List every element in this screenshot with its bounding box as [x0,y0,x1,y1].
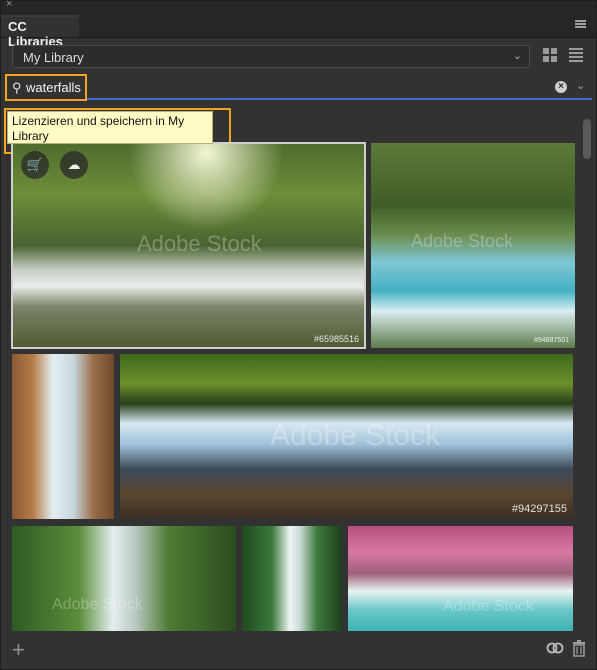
search-box: ⚲ [5,74,87,101]
cloud-upload-icon[interactable]: ☁ [60,151,88,179]
panel-tab-row: CC Libraries [1,11,596,49]
search-input[interactable] [26,79,84,96]
stock-thumbnail[interactable] [242,526,342,631]
stock-thumbnail[interactable] [12,354,114,519]
trash-icon[interactable] [572,640,586,657]
chevron-down-icon: ⌄ [512,50,522,62]
panel-footer: + [1,635,596,669]
grid-view-icon[interactable] [543,48,557,62]
watermark: Adobe Stock [411,231,514,251]
creative-cloud-icon[interactable] [546,641,564,655]
stock-thumbnail[interactable]: Adobe Stock #94297155 [120,354,573,519]
panel-topbar: × [1,0,596,11]
cc-libraries-panel: × CC Libraries My Library ⌄ ⚲ × ⌄ Lizenz… [0,0,597,670]
stock-id: #65985516 [313,334,359,344]
stock-thumbnail[interactable]: Adobe Stock [12,526,236,631]
scrollbar[interactable] [583,116,592,631]
scrollbar-thumb[interactable] [583,119,591,159]
watermark: Adobe Stock [52,596,143,613]
clear-search-icon[interactable]: × [555,81,567,93]
watermark: Adobe Stock [137,231,262,256]
watermark: Adobe Stock [443,598,534,615]
stock-id: #94297155 [511,503,567,515]
stock-id: #94887501 [533,337,569,344]
watermark: Adobe Stock [270,419,441,452]
library-select-value: My Library [23,50,84,65]
plus-icon[interactable]: + [12,637,25,663]
search-icon: ⚲ [12,80,22,95]
stock-thumbnail[interactable]: Adobe Stock #94887501 [371,143,575,348]
license-tooltip: Lizenzieren und speichern in My Library [7,111,213,144]
search-row: ⚲ × ⌄ [5,74,593,101]
tab-cc-libraries[interactable]: CC Libraries [1,15,79,49]
library-select[interactable]: My Library ⌄ [12,45,530,68]
list-view-icon[interactable] [569,48,583,62]
close-icon[interactable]: × [6,0,12,10]
stock-thumbnail[interactable]: 🛒 ☁ Adobe Stock #65985516 [11,142,366,349]
search-options-chevron-icon[interactable]: ⌄ [576,79,585,92]
search-underline [87,98,592,100]
cart-add-icon[interactable]: 🛒 [21,151,49,179]
hamburger-menu-icon[interactable] [575,20,586,28]
stock-thumbnail[interactable]: Adobe Stock [348,526,573,631]
